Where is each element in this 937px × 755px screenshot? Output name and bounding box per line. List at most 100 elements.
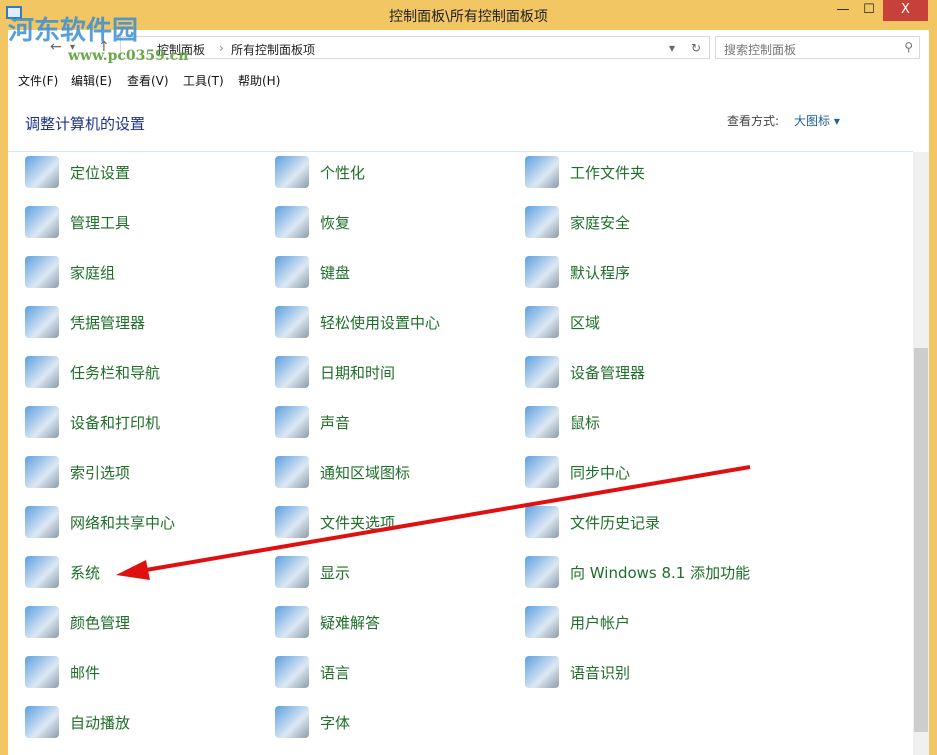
control-panel-item[interactable]: 工作文件夹 xyxy=(525,154,645,190)
control-panel-item[interactable]: 显示 xyxy=(275,554,350,590)
item-icon xyxy=(25,456,59,488)
control-panel-item[interactable]: 向 Windows 8.1 添加功能 xyxy=(525,554,750,590)
vertical-scrollbar[interactable] xyxy=(913,152,929,755)
menu-tools[interactable]: 工具(T) xyxy=(183,72,224,89)
item-icon xyxy=(25,256,59,288)
item-icon xyxy=(525,506,559,538)
control-panel-item[interactable]: 索引选项 xyxy=(25,454,130,490)
control-panel-item[interactable]: 自动播放 xyxy=(25,704,130,740)
menu-view[interactable]: 查看(V) xyxy=(127,72,169,89)
menu-file[interactable]: 文件(F) xyxy=(18,72,58,89)
item-label: 定位设置 xyxy=(70,162,130,183)
item-icon xyxy=(275,206,309,238)
control-panel-item[interactable]: 设备管理器 xyxy=(525,354,645,390)
refresh-icon[interactable]: ↻ xyxy=(691,41,701,55)
item-icon xyxy=(525,156,559,188)
item-label: 字体 xyxy=(320,712,350,733)
item-icon xyxy=(25,506,59,538)
item-label: 语言 xyxy=(320,662,350,683)
control-panel-item[interactable]: 凭据管理器 xyxy=(25,304,145,340)
menu-help[interactable]: 帮助(H) xyxy=(238,72,280,89)
breadcrumb-all-items[interactable]: 所有控制面板项 xyxy=(231,41,315,58)
control-panel-item[interactable]: 文件夹选项 xyxy=(275,504,395,540)
minimize-button[interactable]: — xyxy=(829,0,857,21)
control-panel-item[interactable]: 语音识别 xyxy=(525,654,630,690)
item-label: 轻松使用设置中心 xyxy=(320,312,440,333)
control-panel-item[interactable]: 键盘 xyxy=(275,254,350,290)
control-panel-item[interactable]: 字体 xyxy=(275,704,350,740)
control-panel-item[interactable]: 疑难解答 xyxy=(275,604,380,640)
control-panel-item[interactable]: 声音 xyxy=(275,404,350,440)
item-label: 疑难解答 xyxy=(320,612,380,633)
control-panel-item[interactable]: 默认程序 xyxy=(525,254,630,290)
item-icon xyxy=(25,706,59,738)
control-panel-item[interactable]: 家庭安全 xyxy=(525,204,630,240)
control-panel-item[interactable]: 家庭组 xyxy=(25,254,115,290)
close-button[interactable]: X xyxy=(883,0,928,21)
control-panel-item[interactable]: 语言 xyxy=(275,654,350,690)
item-label: 工作文件夹 xyxy=(570,162,645,183)
control-panel-item[interactable]: 网络和共享中心 xyxy=(25,504,175,540)
item-icon xyxy=(275,506,309,538)
control-panel-item[interactable]: 邮件 xyxy=(25,654,100,690)
item-icon xyxy=(525,656,559,688)
control-panel-item[interactable]: 系统 xyxy=(25,554,100,590)
item-icon xyxy=(275,306,309,338)
item-label: 家庭安全 xyxy=(570,212,630,233)
search-input[interactable]: 搜索控制面板 ⚲ xyxy=(715,36,920,59)
item-label: 同步中心 xyxy=(570,462,630,483)
address-dropdown-icon[interactable]: ▾ xyxy=(669,41,675,55)
control-panel-item[interactable]: 任务栏和导航 xyxy=(25,354,160,390)
control-panel-item[interactable]: 同步中心 xyxy=(525,454,630,490)
search-icon[interactable]: ⚲ xyxy=(904,40,913,54)
item-label: 语音识别 xyxy=(570,662,630,683)
control-panel-item[interactable]: 通知区域图标 xyxy=(275,454,410,490)
maximize-button[interactable]: ☐ xyxy=(855,0,883,21)
item-icon xyxy=(275,406,309,438)
control-panel-item[interactable]: 个性化 xyxy=(275,154,365,190)
menu-bar: 文件(F) 编辑(E) 查看(V) 工具(T) 帮助(H) xyxy=(8,68,929,91)
control-panel-item[interactable]: 设备和打印机 xyxy=(25,404,160,440)
item-label: 键盘 xyxy=(320,262,350,283)
watermark-logo: 河东软件园 xyxy=(8,10,138,47)
title-bar: 控制面板\所有控制面板项 — ☐ X xyxy=(0,0,937,30)
item-label: 个性化 xyxy=(320,162,365,183)
item-icon xyxy=(525,456,559,488)
view-by-dropdown[interactable]: 大图标 ▾ xyxy=(794,112,840,129)
item-icon xyxy=(275,356,309,388)
control-panel-item[interactable]: 日期和时间 xyxy=(275,354,395,390)
item-label: 显示 xyxy=(320,562,350,583)
item-icon xyxy=(25,606,59,638)
item-icon xyxy=(525,206,559,238)
item-label: 设备管理器 xyxy=(570,362,645,383)
control-panel-item[interactable]: 鼠标 xyxy=(525,404,600,440)
item-icon xyxy=(25,306,59,338)
menu-edit[interactable]: 编辑(E) xyxy=(71,72,112,89)
item-icon xyxy=(25,156,59,188)
item-label: 凭据管理器 xyxy=(70,312,145,333)
control-panel-item[interactable]: 管理工具 xyxy=(25,204,130,240)
control-panel-item[interactable]: 恢复 xyxy=(275,204,350,240)
control-panel-item[interactable]: 颜色管理 xyxy=(25,604,130,640)
control-panel-item[interactable]: 用户帐户 xyxy=(525,604,630,640)
content-area: 调整计算机的设置 查看方式: 大图标 ▾ 定位设置个性化工作文件夹管理工具恢复家… xyxy=(8,91,929,755)
item-icon xyxy=(275,256,309,288)
item-icon xyxy=(525,356,559,388)
window-title: 控制面板\所有控制面板项 xyxy=(0,6,937,26)
control-panel-item[interactable]: 区域 xyxy=(525,304,600,340)
item-icon xyxy=(275,556,309,588)
item-label: 声音 xyxy=(320,412,350,433)
item-label: 区域 xyxy=(570,312,600,333)
item-label: 默认程序 xyxy=(570,262,630,283)
address-bar[interactable]: 控制面板 › 所有控制面板项 ▾ ↻ xyxy=(120,36,710,59)
control-panel-item[interactable]: 文件历史记录 xyxy=(525,504,660,540)
watermark-url: www.pc0359.cn xyxy=(68,48,188,64)
divider xyxy=(8,151,913,152)
scrollbar-thumb[interactable] xyxy=(914,348,928,732)
control-panel-item[interactable]: 定位设置 xyxy=(25,154,130,190)
item-icon xyxy=(525,606,559,638)
view-by-label: 查看方式: xyxy=(727,112,779,129)
item-icon xyxy=(25,356,59,388)
item-label: 自动播放 xyxy=(70,712,130,733)
control-panel-item[interactable]: 轻松使用设置中心 xyxy=(275,304,440,340)
